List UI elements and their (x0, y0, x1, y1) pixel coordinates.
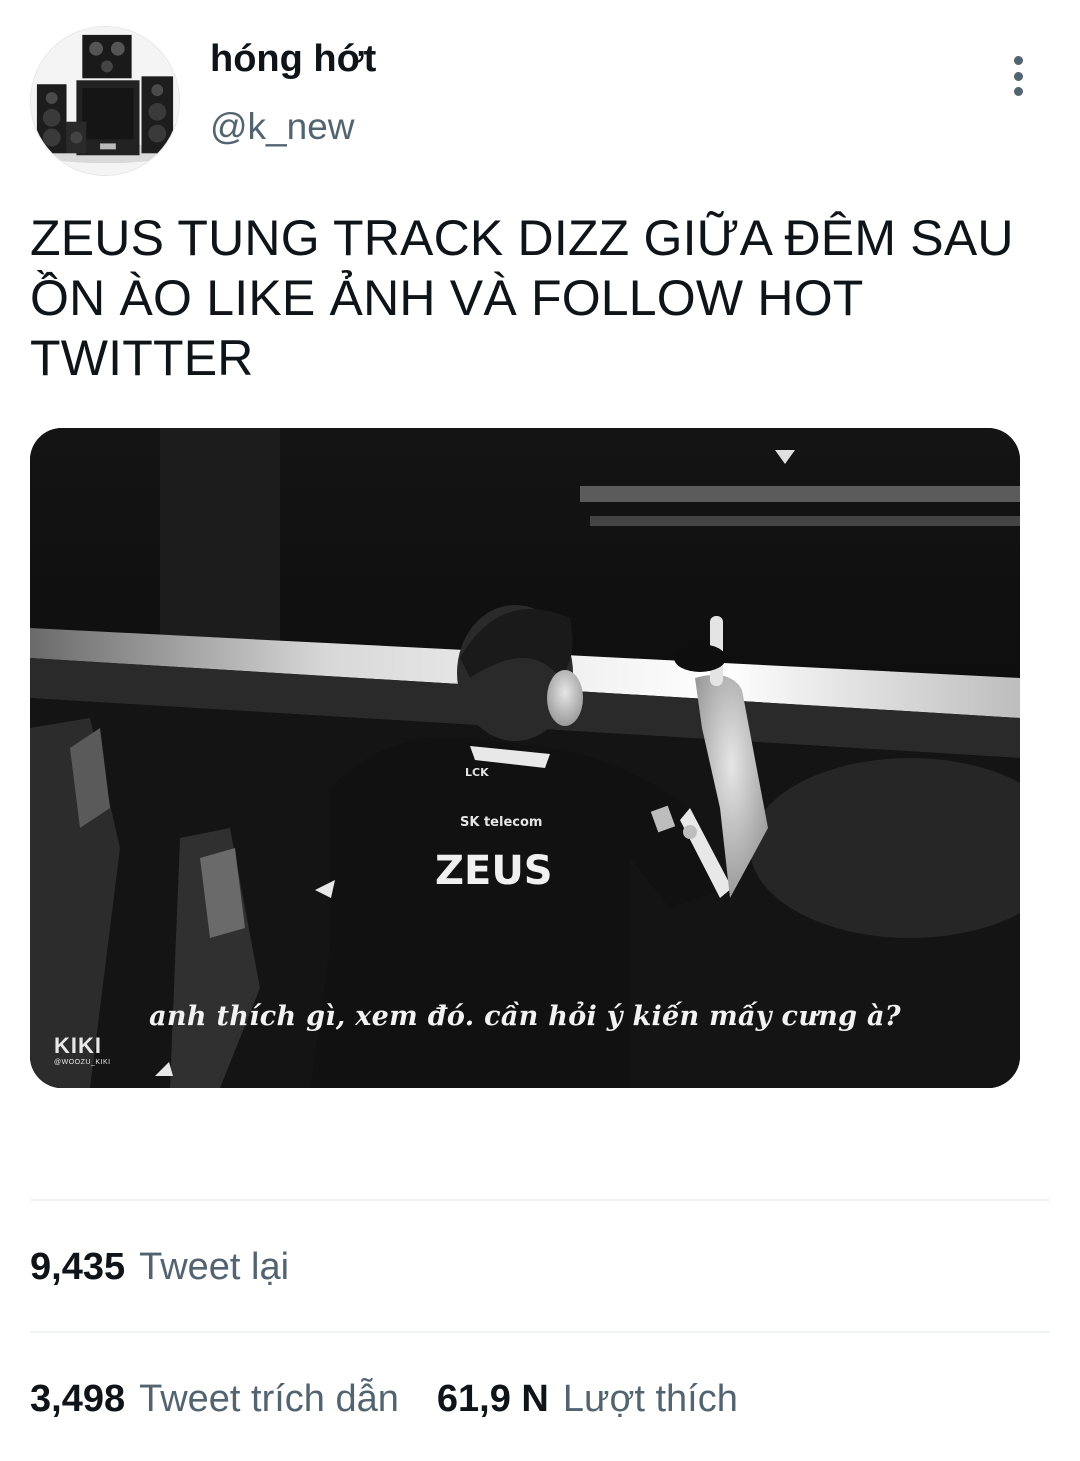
photo-caption: anh thích gì, xem đó. cần hỏi ý kiến mấy… (149, 1001, 901, 1032)
likes-label[interactable]: Lượt thích (563, 1378, 738, 1421)
likes-count[interactable]: 61,9 N (437, 1378, 549, 1421)
tweet-text-line: TWITTER (30, 330, 254, 386)
tweet-text-line: ỒN ÀO LIKE ẢNH VÀ FOLLOW HOT (30, 270, 864, 326)
more-vertical-icon[interactable] (998, 54, 1038, 98)
watermark-subtext: @WOOZU_KIKI (54, 1059, 111, 1066)
tweet-text-line: ZEUS TUNG TRACK DIZZ GIỮA ĐÊM SAU (30, 210, 1014, 266)
quotes-label[interactable]: Tweet trích dẫn (139, 1378, 399, 1421)
league-logo: LCK (465, 766, 489, 779)
retweets-label: Tweet lại (139, 1246, 290, 1288)
sponsor-logo: SK telecom (460, 815, 542, 830)
engagement-stats: 3,498 Tweet trích dẫn 61,9 N Lượt thích (30, 1378, 738, 1421)
tweet-photo[interactable]: LCK SK telecom ZEUS anh thích gì, xem đó… (30, 428, 1020, 1088)
divider (30, 1331, 1050, 1333)
divider (30, 1199, 1050, 1201)
quotes-count[interactable]: 3,498 (30, 1378, 125, 1421)
watermark-text: KIKI (54, 1033, 102, 1058)
retweets-stat[interactable]: 9,435 Tweet lại (30, 1246, 289, 1289)
retweets-count: 9,435 (30, 1246, 126, 1288)
author-handle[interactable]: @k_new (210, 106, 355, 148)
author-display-name[interactable]: hóng hớt (210, 38, 376, 81)
tweet-text: ZEUS TUNG TRACK DIZZ GIỮA ĐÊM SAU ỒN ÀO … (30, 208, 1040, 388)
speaker-set-icon (31, 27, 179, 175)
photo-scene: LCK SK telecom ZEUS (30, 428, 1020, 1088)
jersey-name: ZEUS (435, 848, 553, 894)
watermark: KIKI @WOOZU_KIKI (54, 1033, 111, 1066)
avatar[interactable] (30, 26, 180, 176)
